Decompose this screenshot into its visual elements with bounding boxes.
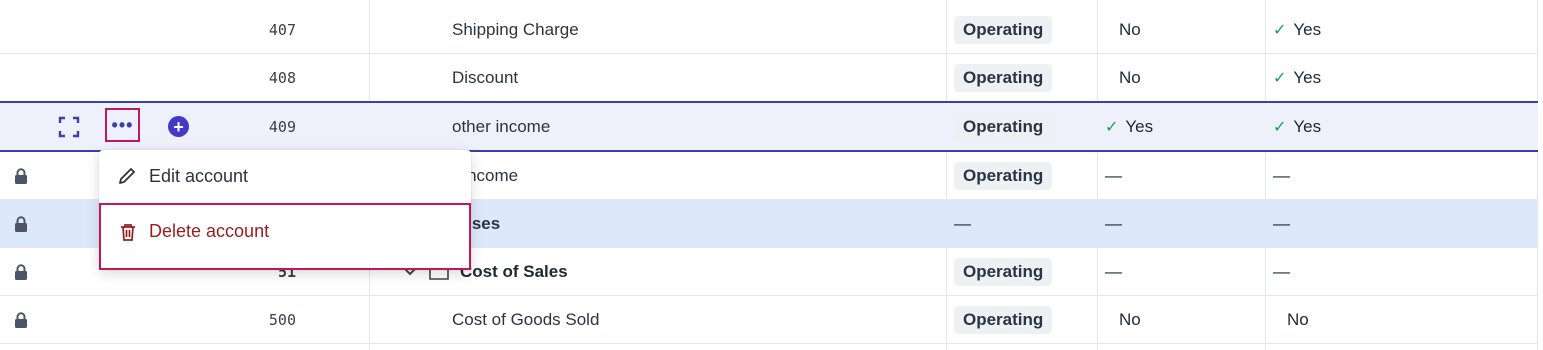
account-type-badge: Operating [954,15,1053,44]
account-name: Shipping Charge [452,19,579,39]
flag-a-value: — [1105,213,1122,233]
table-row[interactable]: 408 Discount Operating No ✓ Yes [0,54,1538,102]
flag-a-value: Yes [1125,116,1154,136]
account-type-badge: Operating [954,305,1053,334]
account-code: 500 [268,310,296,329]
flag-a-cell: ✓ Yes [1105,103,1255,150]
check-icon: ✓ [1273,21,1287,39]
account-name: r Income [452,165,519,185]
check-icon: ✓ [1273,118,1287,136]
account-type-badge: Operating [954,112,1053,141]
account-type-cell: Operating [954,152,1094,199]
lock-icon [14,296,32,343]
flag-b-cell: No [1273,296,1473,343]
flag-a-cell: No [1105,296,1255,343]
add-icon[interactable]: + [168,116,189,137]
flag-b-cell: ✓ Yes [1273,103,1473,150]
flag-b-value: Yes [1293,116,1322,136]
check-icon: ✓ [1105,118,1119,136]
edit-account-label: Edit account [149,165,249,186]
edit-account-menu-item[interactable]: Edit account [99,150,471,202]
focus-icon[interactable] [58,103,80,150]
account-type-badge: Operating [954,257,1053,286]
flag-b-value: Yes [1293,67,1322,87]
accounts-table: 407 Shipping Charge Operating No ✓ Yes 40… [0,0,1543,350]
account-group-name: Cost of Sales [460,261,568,281]
account-code: 409 [268,117,296,136]
account-group-name: enses [452,213,501,233]
flag-b-value: — [1273,213,1290,233]
flag-a-cell: No [1105,54,1255,101]
table-row[interactable]: 500 Cost of Goods Sold Operating No No [0,296,1538,344]
delete-account-label: Delete account [149,221,270,241]
table-row-selected[interactable]: ••• + 409 other income Operating ✓ Yes ✓ Y… [0,101,1538,152]
flag-b-cell: ✓ Yes [1273,54,1473,101]
lock-icon [14,152,32,199]
account-type-cell: Operating [954,54,1094,101]
flag-a-value: No [1119,19,1141,39]
account-type-badge: Operating [954,63,1053,92]
flag-b-value: Yes [1293,19,1322,39]
trash-icon [121,223,135,241]
account-name: Discount [452,67,519,87]
pencil-icon [119,168,135,184]
account-type-cell: Operating [954,248,1094,295]
lock-icon [14,200,32,247]
more-actions-button[interactable]: ••• [105,108,140,142]
flag-a-value: No [1119,67,1141,87]
lock-icon [14,248,32,295]
account-code: 408 [268,68,296,87]
account-type-cell: Operating [954,103,1094,150]
account-name: Cost of Goods Sold [452,309,600,329]
flag-b-value: No [1287,309,1309,329]
flag-b-cell: ✓ Yes [1273,6,1473,53]
delete-account-menu-item[interactable]: Delete account [99,203,471,270]
account-type-badge: Operating [954,161,1053,190]
flag-a-value: — [1105,261,1122,281]
row-context-menu: Edit account Delete account [99,150,471,270]
account-type-value: — [954,213,971,233]
account-type-cell: Operating [954,6,1094,53]
flag-a-cell: No [1105,6,1255,53]
flag-a-value: No [1119,309,1141,329]
flag-b-value: — [1273,261,1290,281]
account-type-cell: Operating [954,296,1094,343]
check-icon: ✓ [1273,69,1287,87]
table-row[interactable]: 407 Shipping Charge Operating No ✓ Yes [0,6,1538,54]
account-code: 407 [268,20,296,39]
flag-b-value: — [1273,165,1290,185]
account-name: other income [452,116,551,136]
flag-a-value: — [1105,165,1122,185]
